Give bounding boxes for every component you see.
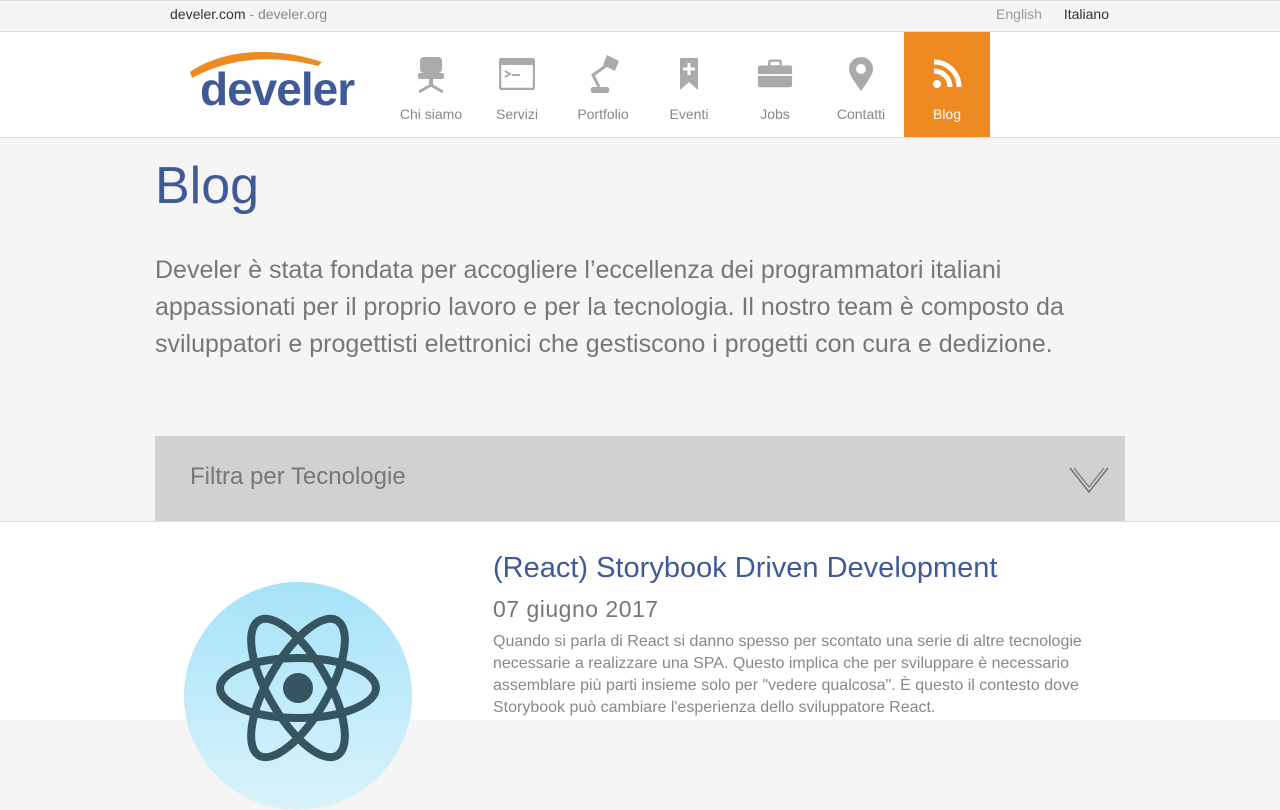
post-list: (React) Storybook Driven Development 07 … [0,521,1280,810]
nav-item-contatti[interactable]: Contatti [818,32,904,137]
language-english[interactable]: English [996,6,1042,22]
post-date: 07 giugno 2017 [493,596,659,622]
post-excerpt: Quando si parla di React si danno spesso… [493,633,1082,716]
map-pin-icon [843,54,879,94]
nav-item-portfolio[interactable]: Portfolio [560,32,646,137]
bookmark-plus-icon [671,54,707,94]
nav-item-chi-siamo[interactable]: Chi siamo [388,32,474,137]
nav-item-blog[interactable]: Blog [904,32,990,137]
nav-label: Eventi [669,106,709,122]
nav-label: Portfolio [577,106,629,122]
domain-links: develer.com - develer.org [170,6,327,22]
nav-item-servizi[interactable]: Servizi [474,32,560,137]
site-header: develer Chi siamo Servizi Portfolio Even… [0,32,1280,138]
page-title: Blog [155,157,260,215]
post-thumbnail[interactable] [184,582,412,810]
domain-separator: - [245,6,258,22]
intro-text: Develer è stata fondata per accogliere l… [155,256,1064,358]
technology-filter[interactable]: Filtra per Tecnologie [155,436,1125,521]
domain-link-org[interactable]: develer.org [258,6,327,22]
nav-item-jobs[interactable]: Jobs [732,32,818,137]
main-nav: Chi siamo Servizi Portfolio Eventi Jobs [388,32,990,137]
react-atom-icon [216,614,380,762]
chevron-down-icon [1069,466,1109,499]
terminal-icon [499,54,535,94]
rss-icon [929,54,965,94]
filter-label: Filtra per Tecnologie [190,463,406,490]
logo-text: develer [200,63,355,115]
nav-label: Chi siamo [399,106,463,122]
top-bar: develer.com - develer.org English Italia… [0,0,1280,32]
language-italian[interactable]: Italiano [1064,6,1109,22]
nav-label: Blog [932,106,962,122]
nav-item-eventi[interactable]: Eventi [646,32,732,137]
nav-label: Contatti [836,106,886,122]
blog-intro: Blog Develer è stata fondata per accogli… [155,138,1125,363]
nav-label: Jobs [760,106,790,122]
domain-link-com[interactable]: develer.com [170,6,245,22]
lamp-icon [585,54,621,94]
post-title[interactable]: (React) Storybook Driven Development [493,552,997,585]
nav-label: Servizi [495,106,538,122]
develer-logo[interactable]: develer [188,46,355,112]
language-switcher: English Italiano [978,6,1109,22]
chair-icon [413,54,449,94]
briefcase-icon [757,54,793,94]
